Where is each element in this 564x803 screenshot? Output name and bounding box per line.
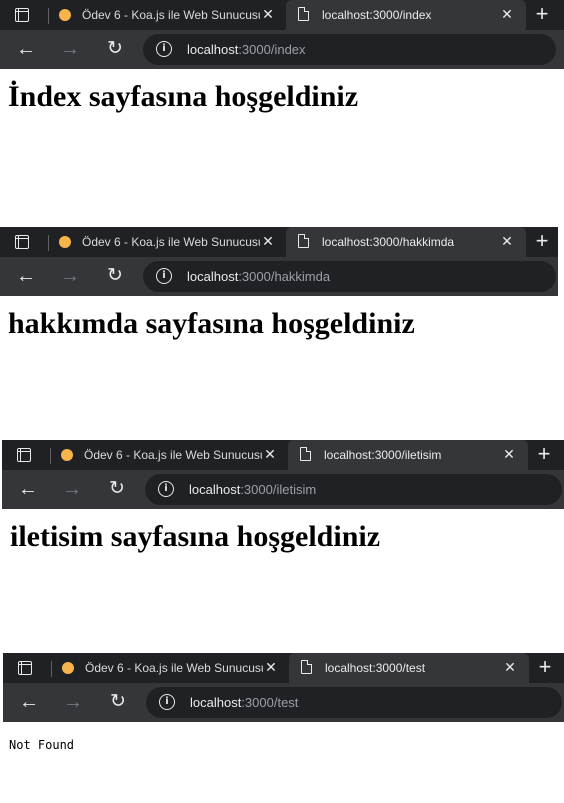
tab-separator (51, 661, 52, 677)
reload-icon[interactable]: ↻ (103, 38, 127, 62)
url-host: localhost (187, 269, 239, 284)
page-heading: iletisim sayfasına hoşgeldiniz (10, 520, 381, 553)
info-icon[interactable]: i (156, 268, 172, 284)
workspaces-icon[interactable] (18, 661, 32, 675)
toolbar: ← → ↻ i localhost:3000/hakkimda (0, 257, 558, 296)
close-icon[interactable]: ✕ (262, 446, 278, 462)
tab-strip: Ödev 6 - Koa.js ile Web Sunucusu ✕ local… (0, 227, 558, 257)
toolbar: ← → ↻ i localhost:3000/test (3, 683, 564, 722)
tab-koa-assignment[interactable]: Ödev 6 - Koa.js ile Web Sunucusu ✕ (53, 653, 289, 683)
browser-window-2: Ödev 6 - Koa.js ile Web Sunucusu ✕ local… (0, 227, 558, 427)
toolbar: ← → ↻ i localhost:3000/iletisim (2, 470, 564, 509)
url-text: localhost:3000/test (190, 695, 298, 710)
workspaces-icon[interactable] (17, 448, 31, 462)
tab-strip: Ödev 6 - Koa.js ile Web Sunucusu ✕ local… (2, 440, 564, 470)
address-bar[interactable]: i localhost:3000/test (146, 687, 562, 718)
close-icon[interactable]: ✕ (260, 233, 276, 249)
not-found-text: Not Found (9, 738, 75, 752)
info-icon[interactable]: i (156, 41, 172, 57)
close-icon[interactable]: ✕ (499, 233, 515, 249)
close-icon[interactable]: ✕ (499, 6, 515, 22)
url-host: localhost (190, 695, 242, 710)
tab-koa-assignment[interactable]: Ödev 6 - Koa.js ile Web Sunucusu ✕ (50, 0, 286, 30)
address-bar[interactable]: i localhost:3000/index (143, 34, 556, 65)
tab-koa-assignment[interactable]: Ödev 6 - Koa.js ile Web Sunucusu ✕ (50, 227, 286, 257)
tab-koa-assignment[interactable]: Ödev 6 - Koa.js ile Web Sunucusu ✕ (52, 440, 288, 470)
tab-title: Ödev 6 - Koa.js ile Web Sunucusu (82, 8, 260, 22)
forward-arrow-icon[interactable]: → (61, 691, 85, 715)
back-arrow-icon[interactable]: ← (16, 478, 40, 502)
close-icon[interactable]: ✕ (501, 446, 517, 462)
tab-title: localhost:3000/hakkimda (322, 235, 455, 249)
url-path: :3000/index (238, 42, 306, 57)
address-bar[interactable]: i localhost:3000/hakkimda (143, 261, 556, 292)
orange-circle-favicon-icon (59, 9, 71, 21)
back-arrow-icon[interactable]: ← (17, 691, 41, 715)
close-icon[interactable]: ✕ (260, 6, 276, 22)
orange-circle-favicon-icon (59, 236, 71, 248)
reload-icon[interactable]: ↻ (105, 478, 129, 502)
back-arrow-icon[interactable]: ← (14, 38, 38, 62)
tab-strip: Ödev 6 - Koa.js ile Web Sunucusu ✕ local… (0, 0, 564, 30)
page-heading: hakkımda sayfasına hoşgeldiniz (8, 307, 415, 340)
reload-icon[interactable]: ↻ (106, 691, 130, 715)
info-icon[interactable]: i (159, 694, 175, 710)
forward-arrow-icon[interactable]: → (58, 38, 82, 62)
tab-localhost[interactable]: localhost:3000/hakkimda ✕ (286, 227, 526, 257)
url-host: localhost (189, 482, 241, 497)
forward-arrow-icon[interactable]: → (58, 265, 82, 289)
url-path: :3000/test (241, 695, 299, 710)
close-icon[interactable]: ✕ (502, 659, 518, 675)
forward-arrow-icon[interactable]: → (60, 478, 84, 502)
page-heading: İndex sayfasına hoşgeldiniz (8, 80, 359, 113)
page-icon (298, 234, 309, 248)
toolbar: ← → ↻ i localhost:3000/index (0, 30, 564, 69)
browser-window-1: Ödev 6 - Koa.js ile Web Sunucusu ✕ local… (0, 0, 564, 210)
tab-separator (50, 448, 51, 464)
info-icon[interactable]: i (158, 481, 174, 497)
new-tab-plus-icon[interactable]: + (528, 2, 556, 28)
tab-title: Ödev 6 - Koa.js ile Web Sunucusu (85, 661, 263, 675)
page-icon (301, 660, 312, 674)
url-text: localhost:3000/hakkimda (187, 269, 330, 284)
new-tab-plus-icon[interactable]: + (530, 442, 558, 468)
reload-icon[interactable]: ↻ (103, 265, 127, 289)
tab-separator (48, 8, 49, 24)
url-text: localhost:3000/iletisim (189, 482, 316, 497)
new-tab-plus-icon[interactable]: + (531, 655, 559, 681)
tab-localhost[interactable]: localhost:3000/iletisim ✕ (288, 440, 528, 470)
tab-strip: Ödev 6 - Koa.js ile Web Sunucusu ✕ local… (3, 653, 564, 683)
tab-title: Ödev 6 - Koa.js ile Web Sunucusu (84, 448, 262, 462)
browser-window-3: Ödev 6 - Koa.js ile Web Sunucusu ✕ local… (2, 440, 564, 640)
address-bar[interactable]: i localhost:3000/iletisim (145, 474, 562, 505)
orange-circle-favicon-icon (61, 449, 73, 461)
tab-title: localhost:3000/iletisim (324, 448, 442, 462)
tab-localhost[interactable]: localhost:3000/index ✕ (286, 0, 526, 30)
tab-separator (48, 235, 49, 251)
new-tab-plus-icon[interactable]: + (528, 229, 556, 255)
tab-title: Ödev 6 - Koa.js ile Web Sunucusu (82, 235, 260, 249)
workspaces-icon[interactable] (15, 8, 29, 22)
close-icon[interactable]: ✕ (263, 659, 279, 675)
orange-circle-favicon-icon (62, 662, 74, 674)
url-host: localhost (187, 42, 239, 57)
url-path: :3000/hakkimda (238, 269, 331, 284)
tab-title: localhost:3000/test (325, 661, 426, 675)
url-text: localhost:3000/index (187, 42, 306, 57)
back-arrow-icon[interactable]: ← (14, 265, 38, 289)
workspaces-icon[interactable] (15, 235, 29, 249)
tab-title: localhost:3000/index (322, 8, 432, 22)
browser-window-4: Ödev 6 - Koa.js ile Web Sunucusu ✕ local… (3, 653, 564, 803)
tab-localhost[interactable]: localhost:3000/test ✕ (289, 653, 529, 683)
page-icon (300, 447, 311, 461)
url-path: :3000/iletisim (240, 482, 317, 497)
page-icon (298, 7, 309, 21)
